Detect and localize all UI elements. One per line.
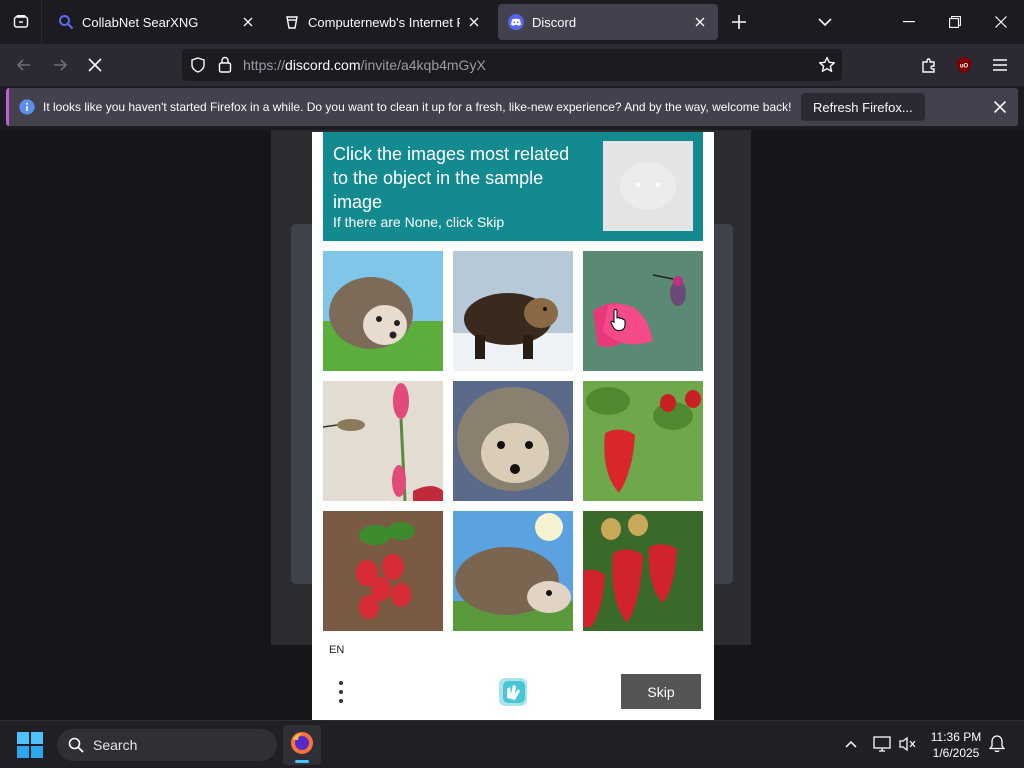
lock-icon bbox=[218, 56, 232, 73]
chevron-up-icon bbox=[845, 740, 857, 748]
svg-text:uO: uO bbox=[960, 64, 969, 70]
windows-taskbar: Search 11:36 PM 1/6/2025 bbox=[0, 720, 1024, 768]
forward-button[interactable] bbox=[45, 50, 75, 80]
show-hidden-icons-button[interactable] bbox=[840, 733, 862, 755]
shield-icon bbox=[191, 57, 205, 73]
refresh-firefox-notification: It looks like you haven't started Firefo… bbox=[6, 88, 1018, 126]
image-tile-hummingbird[interactable] bbox=[583, 251, 703, 371]
ublock-origin-icon: uO bbox=[957, 57, 971, 73]
close-window-button[interactable] bbox=[978, 0, 1024, 44]
extensions-button[interactable] bbox=[914, 50, 944, 80]
prompt-title: Click the images most related to the obj… bbox=[333, 144, 570, 212]
hand-cursor-icon bbox=[610, 308, 626, 331]
restore-icon bbox=[949, 16, 961, 28]
address-bar[interactable]: https://discord.com/invite/a4kqb4mGyX bbox=[182, 49, 842, 81]
close-tab-icon[interactable] bbox=[240, 14, 256, 30]
tab-internet-pub[interactable]: Computernewb's Internet Pub bbox=[274, 4, 492, 40]
minimize-button[interactable] bbox=[886, 0, 932, 44]
bell-icon bbox=[989, 735, 1005, 753]
search-icon bbox=[59, 15, 74, 30]
image-tile-hedgehog-closeup[interactable] bbox=[453, 381, 573, 501]
restore-button[interactable] bbox=[932, 0, 978, 44]
close-icon bbox=[994, 101, 1006, 113]
url-text: https://discord.com/invite/a4kqb4mGyX bbox=[243, 57, 486, 73]
close-icon bbox=[995, 16, 1007, 28]
discord-icon bbox=[508, 14, 524, 30]
info-icon bbox=[19, 99, 35, 115]
clock-time: 11:36 PM bbox=[930, 730, 982, 744]
sample-blob-image bbox=[603, 141, 693, 231]
image-tile-bear[interactable] bbox=[453, 251, 573, 371]
chevron-down-icon bbox=[818, 18, 832, 27]
image-tile-strawberry-plant[interactable] bbox=[323, 511, 443, 631]
prompt-subtitle: If there are None, click Skip bbox=[333, 214, 505, 230]
active-app-indicator bbox=[295, 760, 309, 763]
notifications-button[interactable] bbox=[986, 733, 1008, 755]
network-icon bbox=[873, 736, 891, 752]
clock-date: 1/6/2025 bbox=[932, 746, 980, 760]
clock[interactable]: 11:36 PM 1/6/2025 bbox=[921, 729, 991, 761]
pub-icon bbox=[286, 16, 298, 29]
arrow-left-icon bbox=[16, 59, 30, 71]
more-vertical-icon bbox=[339, 681, 343, 703]
windows-start-icon[interactable] bbox=[16, 731, 44, 759]
app-menu-button[interactable] bbox=[985, 50, 1015, 80]
puzzle-icon bbox=[922, 58, 935, 73]
arrow-right-icon bbox=[54, 59, 68, 71]
language-selector[interactable]: EN bbox=[329, 644, 344, 656]
search-label: Search bbox=[93, 737, 138, 753]
stop-icon bbox=[88, 58, 102, 72]
image-tile-strawberry[interactable] bbox=[583, 381, 703, 501]
tab-strip: CollabNet SearXNG Computernewb's Interne… bbox=[0, 0, 1024, 44]
firefox-view-button[interactable] bbox=[0, 0, 42, 44]
network-button[interactable] bbox=[871, 733, 893, 755]
tab-title: CollabNet SearXNG bbox=[82, 14, 199, 30]
captcha-menu-button[interactable] bbox=[330, 677, 352, 707]
list-all-tabs-button[interactable] bbox=[813, 10, 837, 34]
captcha-prompt: Click the images most related to the obj… bbox=[323, 132, 703, 241]
volume-button[interactable] bbox=[897, 733, 919, 755]
back-button[interactable] bbox=[9, 50, 39, 80]
stop-button[interactable] bbox=[80, 50, 110, 80]
plus-icon bbox=[732, 15, 746, 29]
hamburger-menu-icon bbox=[993, 59, 1007, 71]
tab-title: Computernewb's Internet Pub bbox=[308, 14, 460, 30]
ublock-button[interactable]: uO bbox=[949, 50, 979, 80]
captcha-challenge: Click the images most related to the obj… bbox=[312, 132, 714, 720]
url-path: /invite/a4kqb4mGyX bbox=[360, 57, 486, 73]
image-tile-hedgehog[interactable] bbox=[323, 251, 443, 371]
close-tab-icon[interactable] bbox=[692, 14, 708, 30]
skip-button[interactable]: Skip bbox=[621, 674, 701, 709]
taskbar-search[interactable]: Search bbox=[57, 729, 277, 761]
taskbar-firefox[interactable] bbox=[283, 725, 321, 765]
image-tile-hedgehog-painting[interactable] bbox=[453, 511, 573, 631]
screen: CollabNet SearXNG Computernewb's Interne… bbox=[0, 0, 1024, 768]
image-tile-strawberries[interactable] bbox=[583, 511, 703, 631]
notification-message: It looks like you haven't started Firefo… bbox=[43, 100, 792, 114]
hcaptcha-logo-icon bbox=[499, 678, 527, 706]
firefox-icon bbox=[291, 732, 313, 754]
search-icon bbox=[68, 737, 84, 753]
bookmark-star-icon[interactable] bbox=[818, 56, 836, 74]
new-tab-button[interactable] bbox=[727, 10, 751, 34]
url-prefix: https:// bbox=[243, 57, 286, 73]
image-grid bbox=[323, 251, 703, 631]
navigation-toolbar: https://discord.com/invite/a4kqb4mGyX uO bbox=[0, 44, 1024, 86]
refresh-firefox-button[interactable]: Refresh Firefox... bbox=[801, 93, 925, 121]
tab-searxng[interactable]: CollabNet SearXNG bbox=[48, 4, 266, 40]
close-tab-icon[interactable] bbox=[466, 14, 482, 30]
volume-muted-icon bbox=[899, 736, 916, 752]
close-notification-button[interactable] bbox=[990, 97, 1010, 117]
tab-title: Discord bbox=[532, 14, 577, 30]
image-tile-hummingbird-flower[interactable] bbox=[323, 381, 443, 501]
url-host: discord.com bbox=[285, 57, 361, 73]
tab-discord[interactable]: Discord bbox=[498, 4, 718, 40]
firefox-view-icon bbox=[13, 15, 28, 28]
sample-image bbox=[603, 141, 693, 231]
minimize-icon bbox=[903, 21, 915, 23]
